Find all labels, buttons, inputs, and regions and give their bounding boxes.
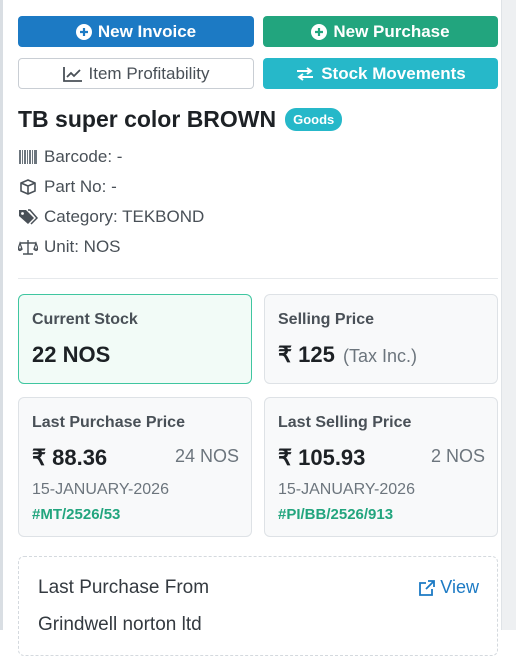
barcode-icon <box>18 148 38 166</box>
selling-price-value: ₹ 125 <box>278 342 335 367</box>
unit-text: Unit: NOS <box>44 237 121 256</box>
last-selling-date: 15-JANUARY-2026 <box>278 481 415 498</box>
item-title-row: TB super color BROWN Goods <box>18 106 343 133</box>
current-stock-value: 22 NOS <box>32 342 111 367</box>
last-purchase-from-box: Last Purchase From View Grindwell norton… <box>18 556 498 656</box>
line-chart-icon <box>62 66 83 82</box>
selling-price-card: Selling Price ₹ 125 (Tax Inc.) <box>264 294 498 384</box>
part-no-text: Part No: - <box>44 177 117 196</box>
stock-movements-button[interactable]: Stock Movements <box>263 58 498 89</box>
new-invoice-label: New Invoice <box>97 21 197 41</box>
new-purchase-label: New Purchase <box>333 21 450 41</box>
barcode-row: Barcode: - <box>18 147 122 167</box>
last-purchase-qty: 24 NOS <box>174 446 239 466</box>
section-divider <box>18 278 498 279</box>
external-link-icon <box>418 579 436 597</box>
stock-movements-label: Stock Movements <box>321 63 466 83</box>
new-invoice-button[interactable]: New Invoice <box>18 16 254 47</box>
vendor-name: Grindwell norton ltd <box>38 614 202 635</box>
last-selling-qty: 2 NOS <box>430 446 485 466</box>
view-label: View <box>440 577 479 597</box>
view-vendor-link[interactable]: View <box>418 577 479 598</box>
last-purchase-price-value: ₹ 88.36 <box>32 445 108 470</box>
last-selling-price-card: Last Selling Price ₹ 105.93 2 NOS 15-JAN… <box>264 397 498 537</box>
exchange-arrows-icon <box>295 66 315 82</box>
item-details-panel: New Invoice New Purchase Item Profitabil… <box>3 0 501 656</box>
plus-circle-icon <box>75 23 92 40</box>
category-text: Category: TEKBOND <box>44 207 205 226</box>
last-purchase-ref-link[interactable]: #MT/2526/53 <box>32 506 120 523</box>
item-type-badge: Goods <box>285 108 343 131</box>
last-purchase-price-label: Last Purchase Price <box>32 414 185 431</box>
last-purchase-from-heading: Last Purchase From <box>38 577 210 598</box>
last-selling-price-label: Last Selling Price <box>278 414 412 431</box>
item-profitability-label: Item Profitability <box>88 63 210 83</box>
tags-icon <box>18 208 38 226</box>
item-profitability-button[interactable]: Item Profitability <box>18 58 254 89</box>
current-stock-label: Current Stock <box>32 311 138 328</box>
current-stock-card: Current Stock 22 NOS <box>18 294 252 384</box>
barcode-text: Barcode: - <box>44 147 123 166</box>
last-purchase-price-card: Last Purchase Price ₹ 88.36 24 NOS 15-JA… <box>18 397 252 537</box>
last-selling-ref-link[interactable]: #PI/BB/2526/913 <box>278 506 393 523</box>
plus-circle-icon <box>311 23 328 40</box>
last-purchase-date: 15-JANUARY-2026 <box>32 481 169 498</box>
last-selling-price-value: ₹ 105.93 <box>278 445 366 470</box>
box-icon <box>18 178 38 196</box>
scrollbar-track[interactable] <box>501 0 516 630</box>
selling-price-row: ₹ 125 (Tax Inc.) <box>278 342 417 368</box>
selling-price-label: Selling Price <box>278 311 375 328</box>
balance-scale-icon <box>18 238 38 256</box>
part-no-row: Part No: - <box>18 177 117 197</box>
new-purchase-button[interactable]: New Purchase <box>263 16 498 47</box>
unit-row: Unit: NOS <box>18 237 121 257</box>
tax-note: (Tax Inc.) <box>342 346 417 366</box>
category-row: Category: TEKBOND <box>18 207 204 227</box>
item-name: TB super color BROWN <box>18 106 277 132</box>
